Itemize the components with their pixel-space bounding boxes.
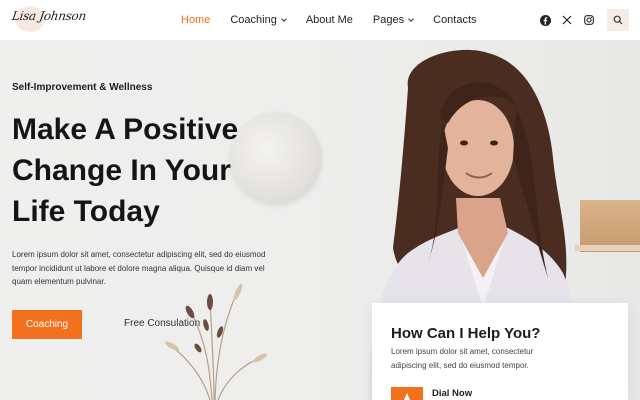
nav-item-label: Pages xyxy=(372,14,405,26)
logo-text: Lisa Johnson xyxy=(11,9,87,23)
headline-line: Life Today xyxy=(12,195,160,228)
hero-eyebrow: Self-Improvement & Wellness xyxy=(12,82,153,93)
help-card-text: Lorem ipsum dolor sit amet, consectetur … xyxy=(391,345,611,372)
nav-item-label: Home xyxy=(181,14,211,26)
headline-line: Change In Your xyxy=(12,154,231,187)
paragraph-line: Lorem ipsum dolor sit amet, consectetur … xyxy=(12,250,266,259)
social-links xyxy=(538,13,604,27)
help-card-title: How Can I Help You? xyxy=(391,325,541,342)
help-card-text-line: adipiscing elit, sed do eiusmod tempor. xyxy=(391,360,529,370)
coaching-button[interactable]: Coaching xyxy=(12,310,82,339)
x-twitter-icon[interactable] xyxy=(560,13,574,27)
paragraph-line: tempor incididunt ut labore et dolore ma… xyxy=(12,263,265,273)
site-header: Lisa Johnson Home Coaching About Me Page… xyxy=(0,0,640,40)
facebook-icon[interactable] xyxy=(538,13,552,27)
help-card: How Can I Help You? Lorem ipsum dolor si… xyxy=(372,303,628,400)
search-icon xyxy=(613,15,623,25)
nav-item-contacts[interactable]: Contacts xyxy=(433,14,476,26)
hero-headline: Make A Positive Change In Your Life Toda… xyxy=(12,109,312,232)
nav-item-about-me[interactable]: About Me xyxy=(306,14,353,26)
chevron-down-icon xyxy=(408,16,414,22)
nav-item-label: Contacts xyxy=(433,14,477,26)
logo[interactable]: Lisa Johnson xyxy=(11,6,92,34)
nav-item-pages[interactable]: Pages xyxy=(372,14,414,26)
paragraph-line: quam elementum pulvinar. xyxy=(12,277,106,286)
nav-item-label: About Me xyxy=(305,14,353,26)
instagram-icon[interactable] xyxy=(582,13,596,27)
phone-icon[interactable] xyxy=(391,387,423,400)
search-button[interactable] xyxy=(607,9,629,31)
nav-item-coaching[interactable]: Coaching xyxy=(230,14,287,26)
main-nav: Home Coaching About Me Pages Contacts xyxy=(181,0,497,40)
nav-item-label: Coaching xyxy=(230,14,277,26)
headline-line: Make A Positive xyxy=(12,113,239,146)
free-consultation-link[interactable]: Free Consulation xyxy=(124,318,200,329)
dial-now-label[interactable]: Dial Now xyxy=(432,388,472,399)
dried-grass-decor xyxy=(164,283,268,400)
chevron-down-icon xyxy=(280,16,287,22)
help-card-text-line: Lorem ipsum dolor sit amet, consectetur xyxy=(391,347,534,356)
nav-item-home[interactable]: Home xyxy=(181,14,210,26)
hero-paragraph: Lorem ipsum dolor sit amet, consectetur … xyxy=(12,248,302,289)
